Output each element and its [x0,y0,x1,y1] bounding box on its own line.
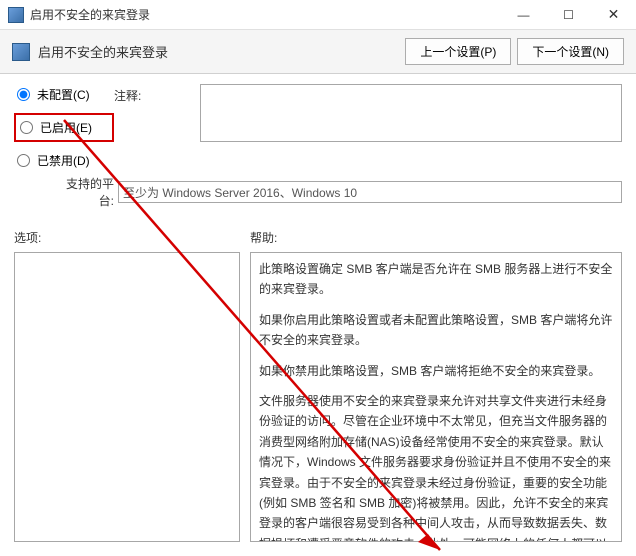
policy-title: 启用不安全的来宾登录 [38,42,399,61]
state-radio-group: 未配置(C) 已启用(E) 已禁用(D) [14,84,114,171]
radio-disabled[interactable]: 已禁用(D) [14,150,114,171]
radio-disabled-input[interactable] [17,154,30,167]
window-title: 启用不安全的来宾登录 [30,6,501,23]
radio-enabled-label: 已启用(E) [40,119,92,136]
radio-not-configured-input[interactable] [17,88,30,101]
radio-not-configured[interactable]: 未配置(C) [14,84,114,105]
options-panel [14,252,240,542]
policy-icon [12,43,30,61]
titlebar: 启用不安全的来宾登录 ― ☐ ✕ [0,0,636,30]
comment-label: 注释: [114,84,194,104]
radio-not-configured-label: 未配置(C) [37,86,90,103]
help-p4: 文件服务器使用不安全的来宾登录来允许对共享文件夹进行未经身份验证的访问。尽管在企… [259,391,613,542]
radio-disabled-label: 已禁用(D) [37,152,90,169]
help-panel: 此策略设置确定 SMB 客户端是否允许在 SMB 服务器上进行不安全的来宾登录。… [250,252,622,542]
comment-textarea[interactable] [200,84,622,142]
platform-row: 支持的平台: [14,175,622,209]
options-label: 选项: [14,229,250,246]
radio-enabled[interactable]: 已启用(E) [14,113,114,142]
radio-enabled-input[interactable] [20,121,33,134]
previous-setting-button[interactable]: 上一个设置(P) [405,38,511,65]
comment-row: 注释: [114,84,622,142]
minimize-button[interactable]: ― [501,0,546,30]
platform-field [118,181,622,203]
subheader: 启用不安全的来宾登录 上一个设置(P) 下一个设置(N) [0,30,636,74]
help-label: 帮助: [250,229,277,246]
help-p1: 此策略设置确定 SMB 客户端是否允许在 SMB 服务器上进行不安全的来宾登录。 [259,259,613,300]
config-area: 未配置(C) 已启用(E) 已禁用(D) 注释: 支持的平台: [0,74,636,215]
maximize-button[interactable]: ☐ [546,0,591,30]
next-setting-button[interactable]: 下一个设置(N) [517,38,624,65]
app-icon [8,7,24,23]
help-p3: 如果你禁用此策略设置，SMB 客户端将拒绝不安全的来宾登录。 [259,361,613,381]
help-p2: 如果你启用此策略设置或者未配置此策略设置，SMB 客户端将允许不安全的来宾登录。 [259,310,613,351]
close-button[interactable]: ✕ [591,0,636,30]
section-labels: 选项: 帮助: [0,215,636,252]
panels: 此策略设置确定 SMB 客户端是否允许在 SMB 服务器上进行不安全的来宾登录。… [0,252,636,542]
platform-label: 支持的平台: [52,175,114,209]
